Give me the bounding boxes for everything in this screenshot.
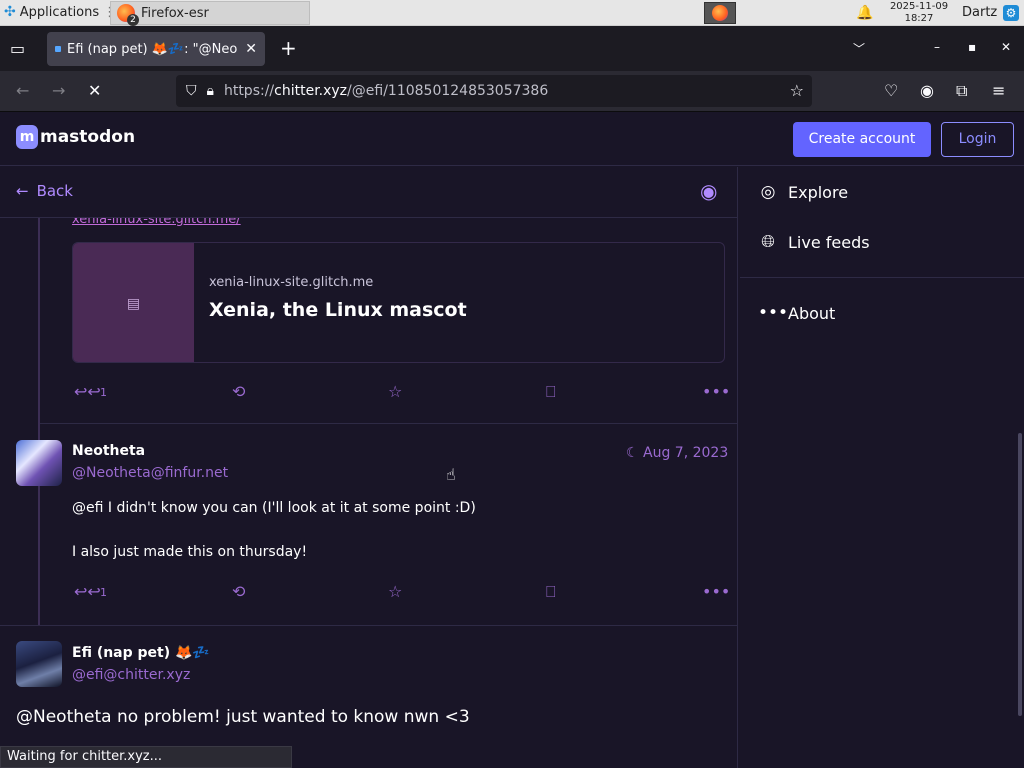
compass-icon: ◎ bbox=[760, 182, 776, 202]
reply-count: 1 bbox=[100, 586, 107, 599]
post-text-line: I also just made this on thursday! bbox=[72, 544, 308, 560]
more-ellipsis-icon[interactable]: ••• bbox=[702, 382, 730, 401]
firefox-view-icon[interactable]: ▭ bbox=[10, 39, 25, 58]
taskbar-window-firefox[interactable]: 2 Firefox-esr bbox=[110, 1, 310, 26]
account-handle[interactable]: @efi@chitter.xyz bbox=[72, 667, 190, 683]
settings-gear-icon[interactable]: ⚙ bbox=[1003, 5, 1019, 21]
applications-icon: ✣ bbox=[4, 4, 16, 20]
user-name[interactable]: Dartz bbox=[962, 5, 997, 20]
column-header: ← Back ◉ bbox=[0, 167, 737, 218]
lock-icon[interactable]: 🔒︎ bbox=[207, 83, 214, 99]
avatar[interactable] bbox=[16, 641, 62, 687]
back-button[interactable]: ← Back bbox=[16, 182, 73, 200]
browser-nav-bar: ← → ✕ ⛉ 🔒︎ https://chitter.xyz/@efi/1108… bbox=[0, 71, 1024, 112]
taskbar-window-title: Firefox-esr bbox=[141, 5, 209, 21]
avatar[interactable] bbox=[16, 440, 62, 486]
list-all-tabs-chevron-down-icon[interactable]: ﹀ bbox=[853, 40, 865, 57]
globe-icon: 🌐︎ bbox=[761, 232, 775, 252]
window-close-icon[interactable]: ✕ bbox=[1001, 40, 1011, 54]
divider bbox=[40, 423, 737, 424]
link-preview-card[interactable]: ▤ xenia-linux-site.glitch.me Xenia, the … bbox=[72, 242, 725, 363]
bookmark-icon[interactable]: ⎕ bbox=[546, 382, 556, 402]
post-text-line: @efi I didn't know you can (I'll look at… bbox=[72, 500, 476, 516]
window-count-badge: 2 bbox=[127, 14, 139, 26]
display-name[interactable]: Efi (nap pet) 🦊💤 bbox=[72, 645, 210, 661]
thread-connector-line bbox=[38, 218, 40, 625]
browser-tab-bar: ▭ Efi (nap pet) 🦊💤: "@Neo ✕ + ﹀ – ▪ ✕ bbox=[0, 26, 1024, 71]
os-taskbar: ✣ Applications ⋮ 2 Firefox-esr 🔔 2025-11… bbox=[0, 0, 1024, 26]
card-title: Xenia, the Linux mascot bbox=[209, 299, 467, 321]
minimize-icon[interactable]: – bbox=[934, 40, 940, 54]
arrow-left-icon: ← bbox=[16, 182, 29, 200]
favourite-star-icon[interactable]: ☆ bbox=[388, 382, 402, 401]
ellipsis-icon: ••• bbox=[758, 303, 789, 323]
tab-title: Efi (nap pet) 🦊💤: "@Neo bbox=[67, 41, 238, 57]
pocket-icon[interactable]: ♡ bbox=[884, 81, 898, 100]
tab-close-icon[interactable]: ✕ bbox=[245, 41, 257, 57]
navigation-sidebar: ◎ Explore 🌐︎ Live feeds ••• About bbox=[740, 167, 1024, 768]
document-icon: ▤ bbox=[73, 243, 194, 362]
page-scrollbar[interactable] bbox=[1018, 433, 1022, 716]
reply-count: 1 bbox=[100, 386, 107, 399]
notification-bell-icon[interactable]: 🔔 bbox=[856, 5, 873, 21]
moon-icon: ☾ bbox=[626, 445, 644, 461]
tray-firefox-button[interactable] bbox=[704, 2, 736, 24]
mastodon-logo-icon: m bbox=[16, 125, 38, 149]
url-text[interactable]: https://chitter.xyz/@efi/110850124853057… bbox=[224, 83, 548, 99]
boost-icon[interactable]: ⟲ bbox=[232, 382, 245, 401]
mouse-pointer-icon: ☝ bbox=[446, 465, 456, 484]
bookmark-icon[interactable]: ⎕ bbox=[546, 582, 556, 602]
account-icon[interactable]: ◉ bbox=[920, 81, 934, 100]
clock[interactable]: 2025-11-09 18:27 bbox=[884, 1, 954, 25]
firefox-icon: 2 bbox=[117, 4, 139, 26]
browser-status-bar: Waiting for chitter.xyz... bbox=[0, 746, 292, 768]
post-actions: ↩↩ 1 ⟲ ☆ ⎕ ••• bbox=[72, 382, 730, 404]
sidebar-item-label: Live feeds bbox=[788, 232, 870, 252]
tab-favicon-icon bbox=[55, 46, 61, 52]
bookmark-star-icon[interactable]: ☆ bbox=[790, 81, 804, 100]
clock-date: 2025-11-09 bbox=[889, 1, 949, 12]
back-label: Back bbox=[36, 182, 73, 200]
maximize-icon[interactable]: ▪ bbox=[968, 40, 976, 54]
post-text: @Neotheta no problem! just wanted to kno… bbox=[16, 707, 470, 727]
reply-all-icon[interactable]: ↩↩ bbox=[74, 582, 101, 601]
browser-tab-active[interactable]: Efi (nap pet) 🦊💤: "@Neo ✕ bbox=[47, 32, 265, 66]
mastodon-wordmark: mastodon bbox=[40, 127, 136, 147]
sidebar-item-label: About bbox=[788, 303, 836, 323]
post-actions: ↩↩ 1 ⟲ ☆ ⎕ ••• bbox=[72, 582, 730, 604]
eye-icon[interactable]: ◉ bbox=[700, 179, 717, 203]
new-tab-plus-icon[interactable]: + bbox=[280, 36, 297, 60]
tracking-protection-shield-icon[interactable]: ⛉ bbox=[186, 83, 197, 99]
extensions-puzzle-icon[interactable]: ⧉ bbox=[956, 81, 967, 101]
site-header: m mastodon Create account Login bbox=[0, 112, 1024, 166]
applications-menu[interactable]: ✣ Applications ⋮ bbox=[4, 4, 116, 20]
login-button[interactable]: Login bbox=[941, 122, 1014, 157]
sidebar-item-live-feeds[interactable]: 🌐︎ Live feeds bbox=[758, 232, 870, 252]
sidebar-item-explore[interactable]: ◎ Explore bbox=[758, 182, 848, 202]
reply-all-icon[interactable]: ↩↩ bbox=[74, 382, 101, 401]
more-ellipsis-icon[interactable]: ••• bbox=[702, 582, 730, 601]
account-handle[interactable]: @Neotheta@finfur.net bbox=[72, 465, 228, 481]
favourite-star-icon[interactable]: ☆ bbox=[388, 582, 402, 601]
url-bar[interactable]: ⛉ 🔒︎ https://chitter.xyz/@efi/1108501248… bbox=[176, 75, 812, 107]
display-name[interactable]: Neotheta bbox=[72, 443, 145, 459]
clock-time: 18:27 bbox=[904, 13, 934, 24]
firefox-tray-icon bbox=[712, 5, 728, 21]
mastodon-logo[interactable]: m mastodon bbox=[16, 125, 135, 149]
stop-loading-icon[interactable]: ✕ bbox=[88, 81, 101, 100]
divider bbox=[740, 277, 1024, 278]
post-date[interactable]: ☾ Aug 7, 2023 bbox=[626, 445, 728, 461]
divider bbox=[0, 625, 737, 626]
thread-column: xenia-linux-site.glitch.me/ ▤ xenia-linu… bbox=[0, 167, 738, 768]
forward-arrow-icon[interactable]: → bbox=[52, 81, 65, 100]
create-account-button[interactable]: Create account bbox=[793, 122, 931, 157]
applications-label: Applications bbox=[19, 4, 100, 20]
sidebar-item-label: Explore bbox=[788, 182, 849, 202]
menu-hamburger-icon[interactable]: ≡ bbox=[992, 81, 1005, 100]
boost-icon[interactable]: ⟲ bbox=[232, 582, 245, 601]
back-arrow-icon[interactable]: ← bbox=[16, 81, 29, 100]
mastodon-page: m mastodon Create account Login xenia-li… bbox=[0, 112, 1024, 768]
card-domain: xenia-linux-site.glitch.me bbox=[209, 275, 374, 290]
sidebar-item-about[interactable]: ••• About bbox=[758, 303, 835, 323]
